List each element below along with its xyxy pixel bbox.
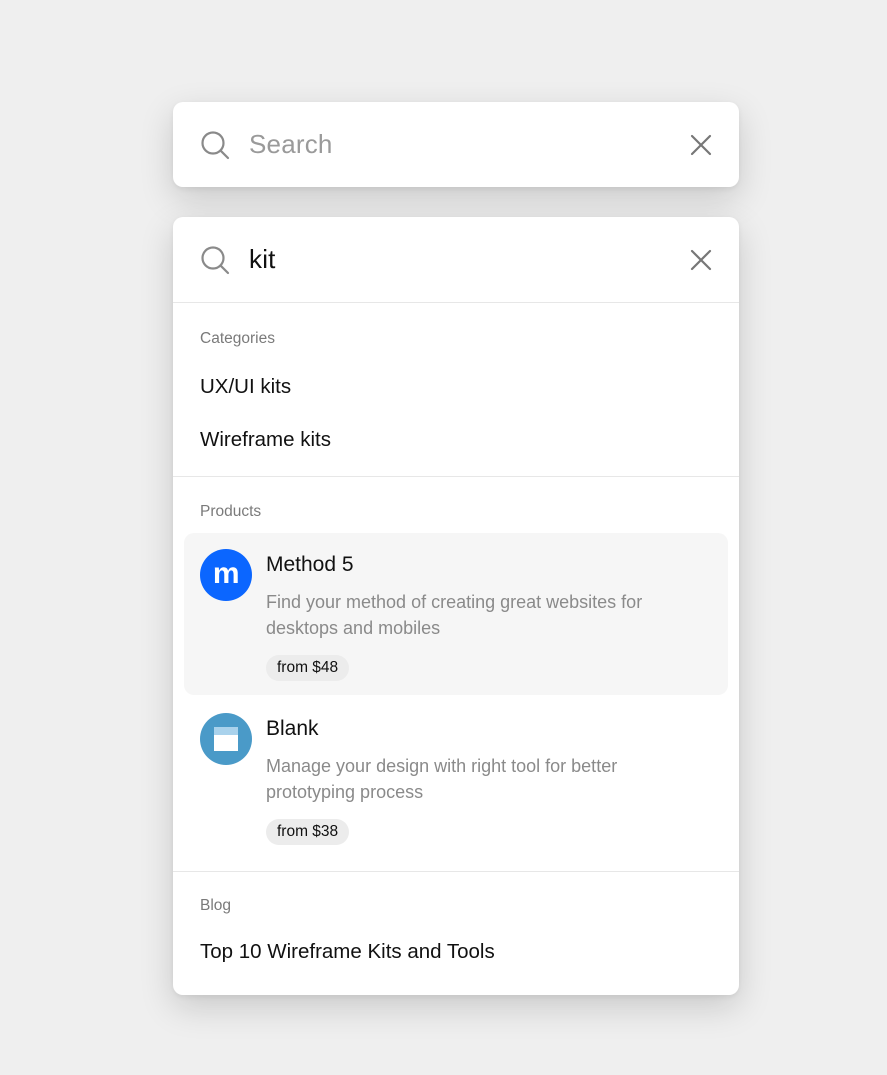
close-icon [690, 249, 712, 271]
product-title: Method 5 [266, 553, 354, 576]
categories-section: Categories UX/UI kits Wireframe kits [173, 303, 739, 466]
search-results-panel: kit Categories UX/UI kits Wireframe kits… [173, 217, 739, 995]
products-heading: Products [200, 503, 262, 520]
search-row-empty[interactable]: Search [173, 102, 739, 187]
clear-search-button[interactable] [685, 129, 717, 161]
category-item-ux-ui-kits[interactable]: UX/UI kits [173, 360, 739, 413]
window-icon [214, 727, 238, 751]
product-item-blank[interactable]: Blank Manage your design with right tool… [184, 697, 728, 859]
search-input[interactable]: kit [249, 217, 276, 302]
blog-section: Blog Top 10 Wireframe Kits and Tools [173, 872, 739, 972]
search-icon [201, 246, 230, 275]
product-title: Blank [266, 717, 319, 740]
blog-item-top-10-wireframe-kits[interactable]: Top 10 Wireframe Kits and Tools [173, 932, 739, 972]
clear-search-button[interactable] [685, 244, 717, 276]
price-badge: from $48 [266, 655, 350, 681]
product-description: Find your method of creating great websi… [266, 592, 643, 638]
product-item-method-5[interactable]: m Method 5 Find your method of creating … [184, 533, 728, 695]
blank-logo [200, 713, 252, 765]
blog-heading: Blog [200, 897, 232, 914]
search-input-placeholder[interactable]: Search [249, 102, 333, 187]
products-section: Products m Method 5 Find your method of … [173, 477, 739, 859]
category-item-wireframe-kits[interactable]: Wireframe kits [173, 413, 739, 466]
price-badge: from $38 [266, 819, 350, 845]
close-icon [690, 134, 712, 156]
product-description: Manage your design with right tool for b… [266, 756, 618, 802]
search-icon [201, 131, 230, 160]
categories-heading: Categories [200, 330, 275, 347]
method-5-logo: m [200, 549, 252, 601]
search-row-active[interactable]: kit [173, 217, 739, 302]
search-bar-empty[interactable]: Search [173, 102, 739, 187]
